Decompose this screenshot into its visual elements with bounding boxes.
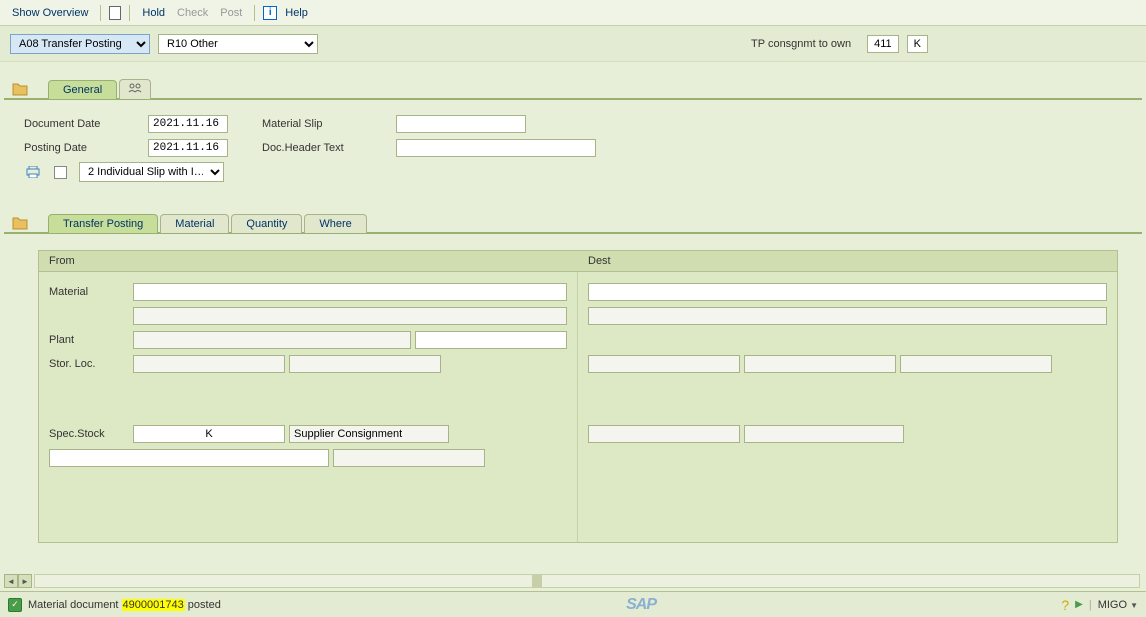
material-slip-label: Material Slip (262, 118, 392, 130)
spec-stock-code-input[interactable] (133, 425, 285, 443)
from-storloc-input[interactable] (289, 355, 441, 373)
status-bar: ✓ Material document 4900001743 posted SA… (0, 591, 1146, 617)
tab-where[interactable]: Where (304, 214, 366, 233)
from-storloc-label: Stor. Loc. (49, 358, 129, 370)
selector-row: A08 Transfer Posting R10 Other TP consgn… (0, 26, 1146, 62)
dest-storloc-input[interactable] (744, 355, 896, 373)
posting-date-label: Posting Date (24, 142, 144, 154)
doc-header-text-input[interactable] (396, 139, 596, 157)
from-material-label: Material (49, 286, 129, 298)
detail-tab-content: From Material Plant (4, 232, 1142, 551)
separator: | (1089, 599, 1092, 611)
show-overview-button[interactable]: Show Overview (8, 5, 92, 21)
action-select[interactable]: A08 Transfer Posting (10, 34, 150, 54)
help-button[interactable]: Help (281, 5, 312, 21)
movement-type-code[interactable]: 411 (867, 35, 899, 53)
from-plant-label: Plant (49, 334, 129, 346)
from-material-desc (133, 307, 567, 325)
success-icon: ✓ (8, 598, 22, 612)
dest-material-desc (588, 307, 1107, 325)
collapse-detail-icon[interactable] (10, 214, 30, 232)
tab-quantity[interactable]: Quantity (231, 214, 302, 233)
spec-stock-text (289, 425, 449, 443)
from-material-input[interactable] (133, 283, 567, 301)
transaction-code[interactable]: MIGO ▼ (1098, 599, 1138, 611)
doc-header-text-label: Doc.Header Text (262, 142, 392, 154)
info-icon[interactable]: i (263, 6, 277, 20)
from-dest-panel: From Material Plant (38, 250, 1118, 543)
detail-tab-row: Transfer Posting Material Quantity Where (0, 210, 1146, 232)
from-vendor-input[interactable] (49, 449, 329, 467)
from-plant-input[interactable] (415, 331, 567, 349)
dest-storloc-desc (588, 355, 740, 373)
hold-button[interactable]: Hold (138, 5, 169, 21)
application-toolbar: Show Overview Hold Check Post i Help (0, 0, 1146, 26)
document-date-input[interactable] (148, 115, 228, 133)
separator (254, 5, 255, 21)
separator (129, 5, 130, 21)
dest-spec-stock-code (588, 425, 740, 443)
tab-vendor-icon[interactable] (119, 79, 151, 99)
check-button: Check (173, 5, 212, 21)
header-tab-content: Document Date Material Slip Posting Date… (4, 98, 1142, 196)
help-question-icon[interactable]: ? (1061, 597, 1069, 613)
tab-transfer-posting[interactable]: Transfer Posting (48, 214, 158, 233)
document-date-label: Document Date (24, 118, 144, 130)
special-stock-indicator[interactable]: K (907, 35, 928, 53)
separator (100, 5, 101, 21)
movement-type-label: TP consgnmt to own (751, 38, 851, 50)
from-vendor-extra (333, 449, 485, 467)
print-checkbox[interactable] (54, 166, 67, 179)
document-number-highlight: 4900001743 (122, 599, 185, 611)
status-message: Material document 4900001743 posted (28, 599, 221, 611)
sap-logo: SAP (626, 596, 656, 614)
new-document-icon[interactable] (109, 6, 121, 20)
from-column: From Material Plant (39, 251, 578, 542)
detail-section: Transfer Posting Material Quantity Where… (0, 210, 1146, 551)
play-icon[interactable]: ▶ (1075, 599, 1083, 610)
tab-material[interactable]: Material (160, 214, 229, 233)
post-button: Post (216, 5, 246, 21)
dest-column: Dest (578, 251, 1117, 542)
from-storloc-desc (133, 355, 285, 373)
scroll-track[interactable] (34, 574, 1140, 588)
posting-date-input[interactable] (148, 139, 228, 157)
spec-stock-label: Spec.Stock (49, 428, 129, 440)
dest-header: Dest (578, 251, 1117, 272)
scroll-right-arrow[interactable]: ► (18, 574, 32, 588)
dest-material-input[interactable] (588, 283, 1107, 301)
tab-general[interactable]: General (48, 80, 117, 99)
from-header: From (39, 251, 578, 272)
scroll-handle[interactable] (532, 575, 542, 587)
print-icon[interactable] (24, 165, 42, 179)
scroll-left-arrow[interactable]: ◄ (4, 574, 18, 588)
print-option-select[interactable]: 2 Individual Slip with I… (79, 162, 224, 182)
reference-select[interactable]: R10 Other (158, 34, 318, 54)
horizontal-scrollbar[interactable]: ◄ ► (4, 573, 1142, 589)
dest-storloc-extra (900, 355, 1052, 373)
header-tab-row: General (0, 76, 1146, 98)
from-plant-desc (133, 331, 411, 349)
header-section: General Document Date Material Slip Post… (0, 76, 1146, 196)
collapse-header-icon[interactable] (10, 80, 30, 98)
dest-spec-stock-text (744, 425, 904, 443)
material-slip-input[interactable] (396, 115, 526, 133)
